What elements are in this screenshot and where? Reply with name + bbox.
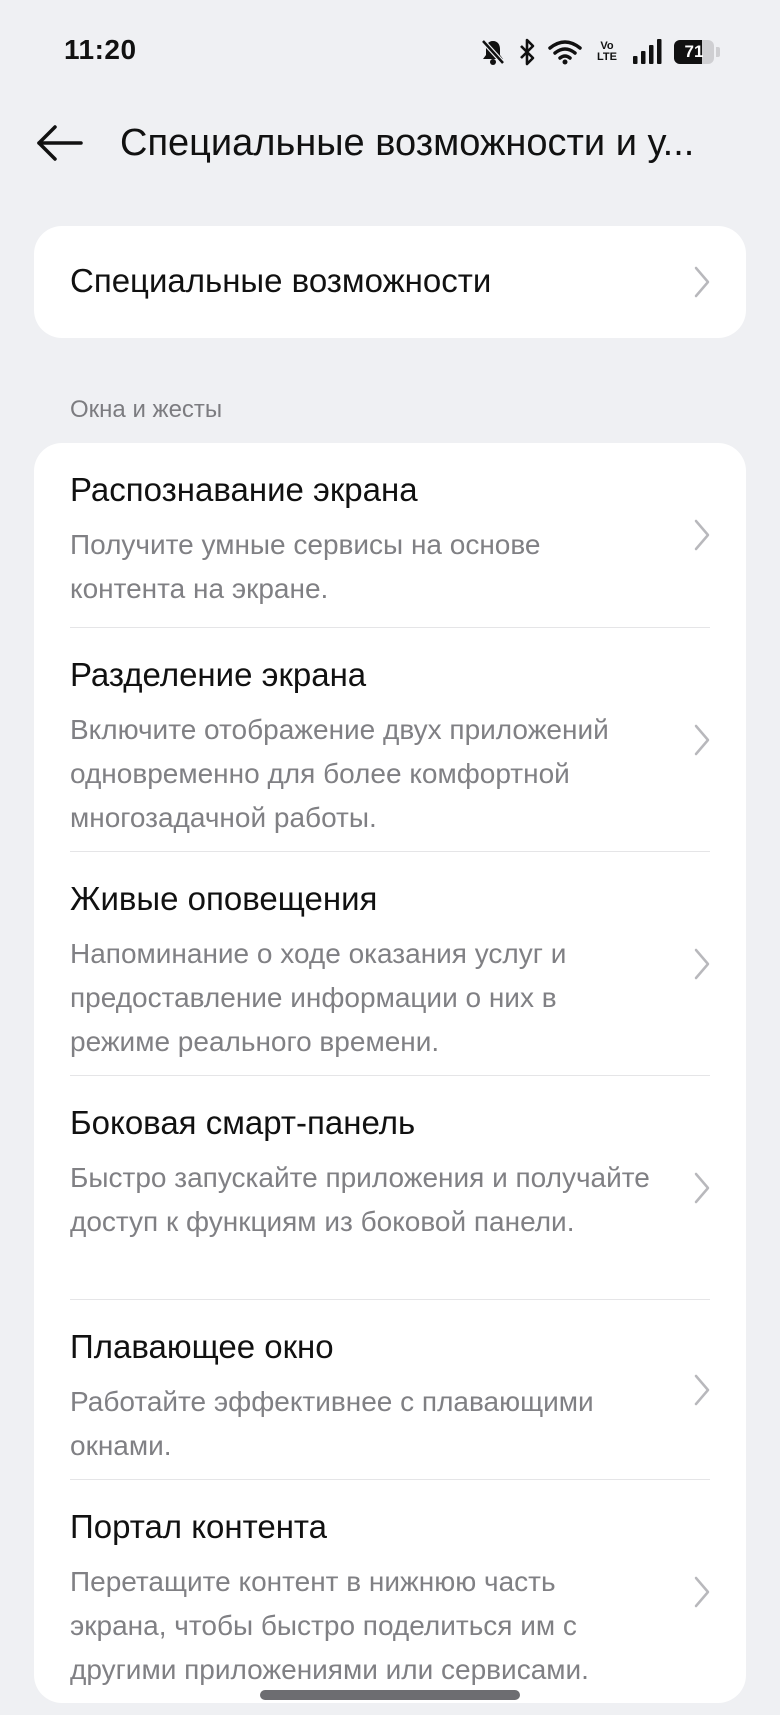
battery-icon: 71 [674, 40, 720, 64]
volte-icon: Vo LTE [594, 41, 620, 63]
chevron-right-icon [694, 1172, 710, 1204]
home-indicator[interactable] [260, 1690, 520, 1700]
list-item-title: Портал контента [70, 1508, 328, 1545]
chevron-right-icon [694, 519, 710, 551]
list-item-split-screen[interactable]: Разделение экрана Включите отображение д… [34, 628, 746, 852]
list-item-floating-window[interactable]: Плавающее окно Работайте эффективнее с п… [34, 1300, 746, 1480]
list-item-title: Разделение экрана [70, 656, 367, 693]
accessibility-item[interactable]: Специальные возможности [34, 226, 746, 338]
battery-body: 71 [674, 40, 714, 64]
list-item-live-alerts[interactable]: Живые оповещения Напоминание о ходе оказ… [34, 852, 746, 1076]
wifi-icon [548, 39, 582, 65]
list-item-description: Быстро запускайте приложения и получайте… [70, 1162, 650, 1237]
list-item-title: Боковая смарт-панель [70, 1104, 416, 1141]
list-item-title: Плавающее окно [70, 1328, 334, 1365]
status-bar: 11:20 Vo LTE 71 [0, 0, 780, 100]
chevron-right-icon [694, 1374, 710, 1406]
list-item-description: Включите отображение двух приложений одн… [70, 714, 609, 833]
volte-bottom-label: LTE [597, 51, 617, 63]
chevron-right-icon [694, 724, 710, 756]
list-item-description: Напоминание о ходе оказания услуг и пред… [70, 938, 567, 1057]
list-item-title: Распознавание экрана [70, 471, 418, 508]
list-item-screen-recognition[interactable]: Распознавание экрана Получите умные серв… [34, 443, 746, 628]
chevron-right-icon [694, 948, 710, 980]
header: Специальные возможности и у... [0, 110, 780, 180]
list-item-description: Получите умные сервисы на основе контент… [70, 529, 541, 604]
status-time: 11:20 [64, 34, 137, 65]
accessibility-card: Специальные возможности [34, 226, 746, 338]
list-item-description: Перетащите контент в нижнюю часть экрана… [70, 1566, 589, 1685]
list-item-smart-sidebar[interactable]: Боковая смарт-панель Быстро запускайте п… [34, 1076, 746, 1300]
status-icons: Vo LTE 71 [480, 36, 720, 68]
section-label-windows-gestures: Окна и жесты [70, 396, 223, 423]
bluetooth-icon [518, 38, 536, 66]
list-item-description: Работайте эффективнее с плавающими окнам… [70, 1386, 594, 1461]
battery-cap [716, 47, 720, 57]
chevron-right-icon [694, 1576, 710, 1608]
back-button[interactable] [30, 118, 90, 172]
signal-icon [632, 39, 662, 65]
battery-percent: 71 [684, 42, 704, 61]
chevron-right-icon [694, 266, 710, 298]
page-title: Специальные возможности и у... [120, 122, 695, 164]
accessibility-item-title: Специальные возможности [70, 262, 492, 299]
bell-off-icon [480, 38, 506, 66]
arrow-left-icon [35, 123, 85, 168]
list-item-title: Живые оповещения [70, 880, 378, 917]
settings-screen: 11:20 Vo LTE 71 Специальные возможности … [0, 0, 780, 1715]
windows-gestures-card: Распознавание экрана Получите умные серв… [34, 443, 746, 1703]
list-item-content-portal[interactable]: Портал контента Перетащите контент в ниж… [34, 1480, 746, 1703]
